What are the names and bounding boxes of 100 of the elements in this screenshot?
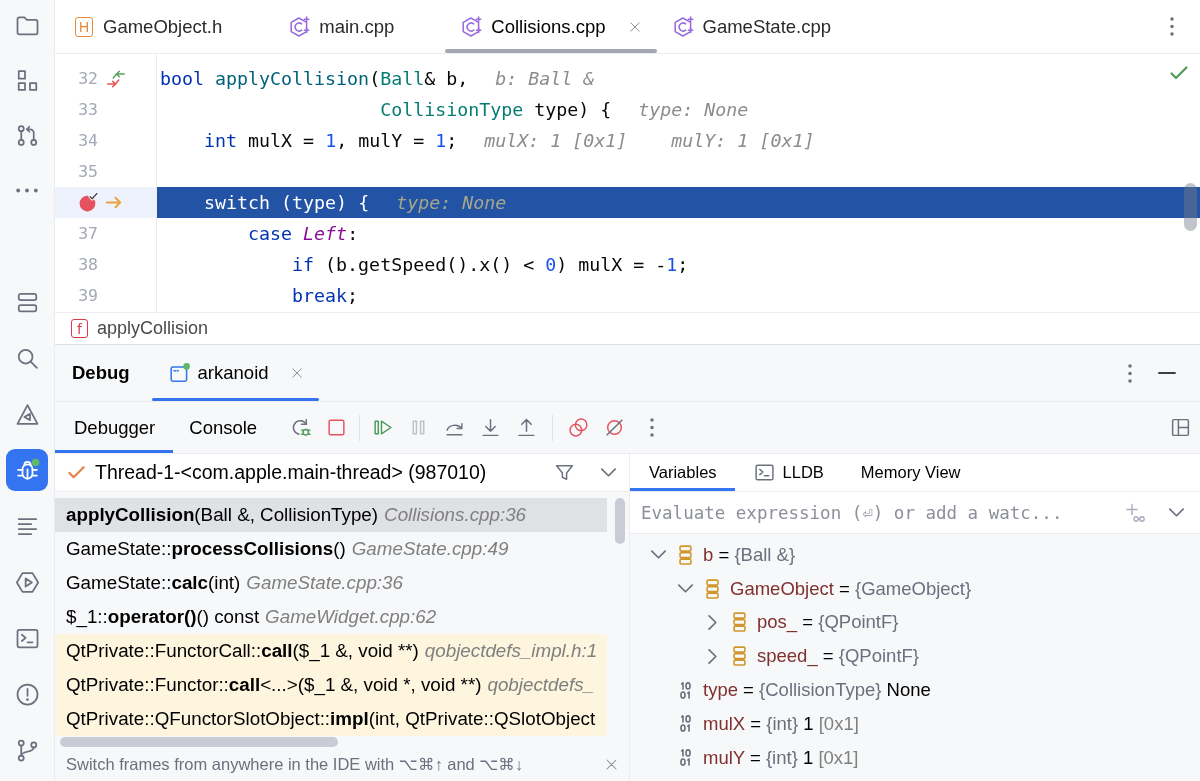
frame-location: qobjectdefs_impl.h:1: [424, 640, 598, 662]
editor-tab[interactable]: H GameObject.h: [59, 0, 274, 53]
terminal-icon: [753, 462, 775, 483]
panel-tab[interactable]: Memory View: [841, 454, 979, 491]
frame-signature: $_1::operator()() const: [66, 606, 260, 628]
panel-tab[interactable]: Variables: [630, 454, 735, 491]
chevron-down-icon[interactable]: [601, 468, 616, 477]
binary-icon: [680, 749, 691, 767]
stop-icon: [326, 417, 348, 438]
frame-location: Collisions.cpp:36: [384, 504, 527, 526]
frame-location: qobjectdefs_: [487, 674, 594, 696]
view-tab[interactable]: Console: [173, 402, 274, 453]
stacked-bars-icon: [733, 612, 746, 633]
binary-icon: [680, 715, 691, 733]
code-line: CollisionType type) {: [380, 99, 612, 120]
step-out-icon: [516, 417, 538, 438]
more-icon[interactable]: [1128, 363, 1132, 383]
tool-window-button[interactable]: [6, 449, 48, 491]
file-type-badge: H: [75, 16, 93, 37]
evaluate-field[interactable]: Evaluate expression (⏎) or add a watc...: [630, 492, 1200, 534]
frame-location: GameState.cpp:49: [351, 538, 509, 560]
close-icon[interactable]: [289, 366, 304, 380]
triangle-icon: [14, 401, 40, 427]
stack-frame[interactable]: $_1::operator()() const GameWidget.cpp:62: [55, 600, 607, 634]
more-icon: [16, 187, 38, 193]
code-line: int mulX = 1, mulY = 1;: [204, 130, 458, 151]
stack-frame[interactable]: GameState::calc(int) GameState.cpp:36: [55, 566, 607, 600]
code-line: switch (type) {: [204, 192, 370, 213]
line-number: 38: [78, 255, 98, 274]
stack-frame[interactable]: QtPrivate::Functor::call<...>($_1 &, void *, void **) qobjectdefs_: [55, 668, 607, 702]
stacked-bars-icon: [679, 544, 692, 565]
resume-icon: [372, 417, 394, 438]
stack-frame[interactable]: QtPrivate::FunctorCall::call($_1 &, void **) qobjectdefs_impl.h:1: [55, 634, 607, 668]
stack-frame[interactable]: QtPrivate::QFunctorSlotObject::impl(int, QtPrivate::QSlotObject: [55, 702, 607, 736]
step-into-icon: [480, 417, 502, 438]
bug-icon: [14, 457, 40, 483]
chevron-down-icon[interactable]: [650, 550, 666, 560]
view-tab[interactable]: Debugger: [55, 402, 174, 453]
variable-entry[interactable]: b = {Ball &}: [703, 543, 796, 566]
session-tab[interactable]: arkanoid: [151, 345, 319, 401]
frame-signature: QtPrivate::Functor::call<...>($_1 &, void *, void **): [66, 674, 482, 696]
stacked-bars-icon: [706, 578, 719, 599]
line-number: 39: [78, 286, 98, 305]
code-line: break;: [292, 285, 359, 306]
window-icon: [168, 362, 191, 384]
line-number: 33: [78, 100, 98, 119]
inlay-hint: mulX: 1 [0x1]: [484, 130, 628, 151]
function-badge: f: [71, 319, 88, 338]
expression-input[interactable]: Evaluate expression (⏎) or add a watc...: [630, 492, 1115, 533]
more-icon[interactable]: [1170, 17, 1174, 36]
chevron-down-icon[interactable]: [677, 584, 693, 594]
inlay-hint: type: None: [638, 99, 749, 120]
stack-frame[interactable]: GameState::processCollisions() GameState.cpp:49: [55, 532, 607, 566]
variable-entry[interactable]: speed_ = {QPointF}: [757, 645, 919, 668]
exclamation-circle-icon: [14, 681, 40, 707]
line-number: 37: [78, 224, 98, 243]
filter-icon[interactable]: [554, 462, 575, 483]
breadcrumb-item[interactable]: applyCollision: [97, 318, 209, 339]
code-line: case Left:: [248, 223, 359, 244]
scrollbar-thumb[interactable]: [1184, 183, 1197, 231]
breakpoints-icon: [568, 417, 590, 438]
code-line: if (b.getSpeed().x() < 0) mulX = -1;: [292, 254, 689, 275]
hexagon-file-icon: [289, 15, 312, 38]
hint-text: Switch frames from anywhere in the IDE with ⌥⌘↑ and ⌥⌘↓: [66, 754, 524, 774]
chevron-right-icon[interactable]: [707, 648, 717, 664]
variable-entry[interactable]: mulY = {int} 1 [0x1]: [703, 746, 859, 769]
frame-signature: GameState::calc(int): [66, 572, 241, 594]
breakpoint-icon[interactable]: [78, 192, 99, 213]
editor-tab[interactable]: GameState.cpp: [656, 0, 883, 53]
frame-location: GameWidget.cpp:62: [265, 606, 437, 628]
minimize-icon[interactable]: [1158, 372, 1176, 374]
panel-tab[interactable]: LLDB: [734, 454, 842, 491]
scrollbar-thumb[interactable]: [615, 498, 625, 544]
chevron-down-icon[interactable]: [1169, 508, 1184, 517]
editor-tab[interactable]: Collisions.cpp: [445, 0, 657, 53]
tool-window-title: Debug: [72, 361, 130, 385]
frame-location: GameState.cpp:36: [246, 572, 403, 594]
variable-entry[interactable]: mulX = {int} 1 [0x1]: [703, 712, 859, 735]
stacked-bars-icon: [733, 646, 746, 667]
editor-tab[interactable]: main.cpp: [273, 0, 446, 53]
more-icon[interactable]: [650, 418, 655, 437]
code-line: bool applyCollision(Ball& b,: [160, 68, 469, 89]
line-number: 35: [78, 162, 98, 181]
hexagon-file-icon: [672, 15, 695, 38]
variable-entry[interactable]: type = {CollisionType} None: [703, 679, 931, 702]
chevron-right-icon[interactable]: [707, 615, 717, 630]
binary-icon: [680, 681, 691, 699]
play-hexagon-icon: [14, 569, 40, 595]
variable-entry[interactable]: GameObject = {GameObject}: [730, 577, 972, 600]
close-icon[interactable]: [627, 19, 642, 34]
line-number: 32: [78, 69, 98, 88]
stack-frame[interactable]: applyCollision(Ball &, CollisionType) Collisions.cpp:36: [55, 498, 607, 532]
restart-icon: [290, 417, 312, 438]
scrollbar-thumb[interactable]: [60, 737, 338, 747]
frame-signature: GameState::processCollisions(): [66, 538, 346, 560]
inlay-hint: type: None: [396, 192, 507, 213]
variable-entry[interactable]: pos_ = {QPointF}: [757, 611, 899, 634]
frame-signature: applyCollision(Ball &, CollisionType): [66, 504, 379, 526]
layout-icon[interactable]: [1170, 417, 1191, 438]
inlay-hint: b: Ball &: [495, 68, 595, 89]
